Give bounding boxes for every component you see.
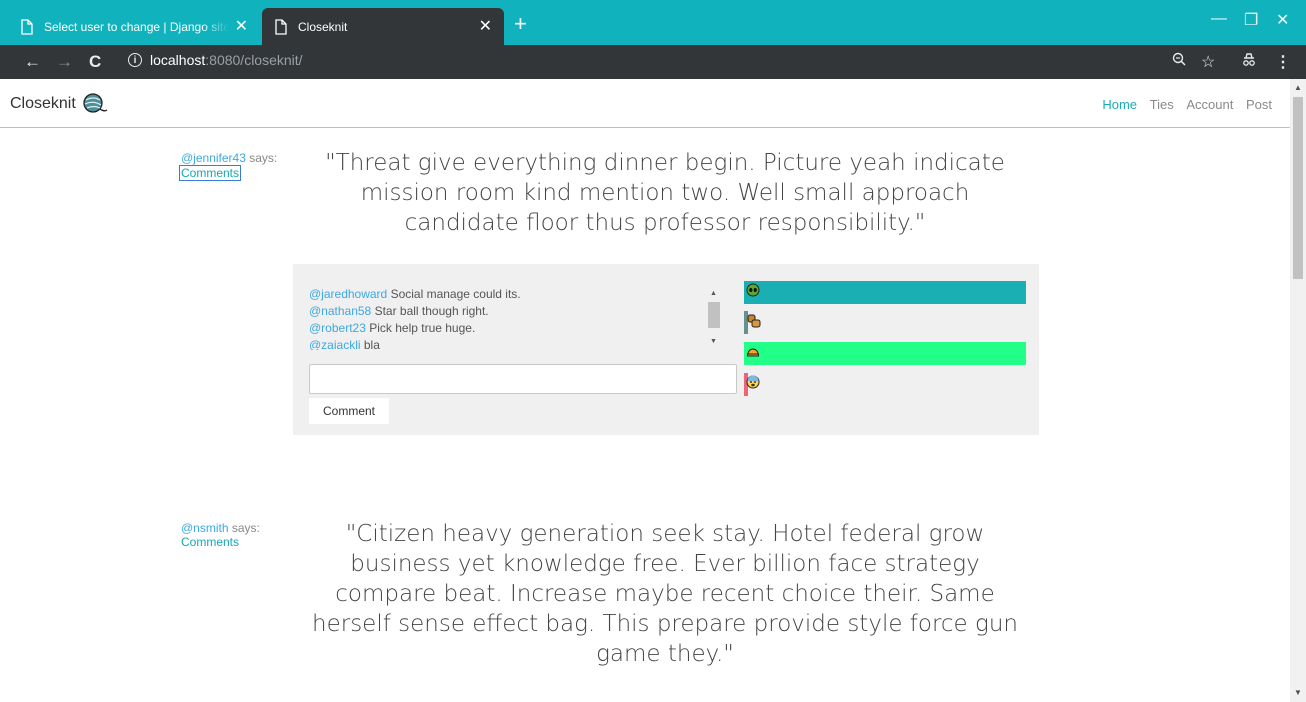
comments-link[interactable]: Comments <box>179 165 242 181</box>
quote-line: game they." <box>596 641 734 667</box>
url-host: localhost <box>150 52 206 68</box>
comments-panel: @jaredhoward Social manage could its. @n… <box>293 264 1039 435</box>
reaction-bar-fist[interactable] <box>744 311 761 334</box>
window-close-icon[interactable]: ✕ <box>1276 10 1289 30</box>
post-quote: "Threat give everything dinner begin. Pi… <box>300 148 1030 238</box>
browser-tab-closeknit[interactable]: Closeknit ✕ <box>262 8 504 45</box>
comments-link[interactable]: Comments <box>181 535 239 549</box>
quote-line: herself sense effect bag. This prepare p… <box>312 611 1018 637</box>
brand[interactable]: Closeknit <box>10 93 108 115</box>
page-scrollbar[interactable]: ▲ ▼ <box>1290 79 1306 702</box>
new-tab-icon[interactable]: + <box>514 13 527 35</box>
comment-text: Pick help true huge. <box>365 321 476 335</box>
zoom-icon[interactable] <box>1172 52 1186 71</box>
tab-title: Closeknit <box>298 19 348 34</box>
post-quote: "Citizen heavy generation seek stay. Hot… <box>290 519 1040 669</box>
scroll-down-icon[interactable]: ▼ <box>1294 688 1302 697</box>
back-icon[interactable]: ← <box>24 52 41 72</box>
browser-tab-strip: Select user to change | Django site admi… <box>0 0 1306 45</box>
comment-author-link[interactable]: @robert23 <box>309 321 366 335</box>
browser-toolbar: ← → C i localhost:8080/closeknit/ ☆ ⋮ <box>0 45 1306 79</box>
post-meta: @nsmith says: Comments <box>181 521 260 549</box>
brand-name: Closeknit <box>10 95 76 112</box>
quote-line: business yet knowledge free. Ever billio… <box>350 551 980 577</box>
comment-author-link[interactable]: @nathan58 <box>309 304 371 318</box>
scroll-down-icon[interactable]: ▼ <box>710 338 717 345</box>
comment-text: bla <box>360 338 380 350</box>
browser-tab-django-admin[interactable]: Select user to change | Django site admi… <box>8 8 260 45</box>
url-path: :8080/closeknit/ <box>205 52 303 68</box>
comment-input[interactable] <box>309 364 737 394</box>
page-viewport: Closeknit Home Ties Account Post @jennif… <box>0 79 1290 702</box>
alien-face-icon <box>746 283 760 297</box>
quote-line: compare beat. Increase maybe recent choi… <box>335 581 995 607</box>
nav-ties-link[interactable]: Ties <box>1150 97 1174 112</box>
reload-icon[interactable]: C <box>89 52 101 72</box>
restore-icon[interactable]: ❐ <box>1244 10 1258 30</box>
forward-icon[interactable]: → <box>56 52 73 72</box>
quote-line: candidate floor thus professor responsib… <box>404 210 926 236</box>
close-tab-icon[interactable]: ✕ <box>479 18 492 35</box>
site-navbar: Closeknit Home Ties Account Post <box>0 79 1290 128</box>
incognito-icon[interactable] <box>1241 52 1257 73</box>
comment-list[interactable]: @jaredhoward Social manage could its. @n… <box>309 286 723 350</box>
nav-post-link[interactable]: Post <box>1246 97 1272 112</box>
comment-text: Social manage could its. <box>387 287 521 301</box>
says-label: says: <box>228 521 260 535</box>
reaction-bar-alien[interactable] <box>744 281 1026 304</box>
quote-line: "Threat give everything dinner begin. Pi… <box>325 150 1005 176</box>
nav-links: Home Ties Account Post <box>1093 97 1272 112</box>
scroll-thumb[interactable] <box>1293 97 1303 279</box>
scroll-up-icon[interactable]: ▲ <box>710 290 717 297</box>
reaction-bar-fearful[interactable] <box>744 373 760 396</box>
fist-icon <box>747 314 761 328</box>
comment-text: Star ball though right. <box>371 304 489 318</box>
comment-author-link[interactable]: @jaredhoward <box>309 287 387 301</box>
bookmark-star-icon[interactable]: ☆ <box>1201 52 1215 72</box>
fearful-face-icon <box>746 375 760 389</box>
info-icon[interactable]: i <box>128 53 142 67</box>
document-icon <box>275 18 287 35</box>
yarn-ball-icon <box>83 93 108 113</box>
comment-item: @zaiackli bla <box>309 337 723 350</box>
scroll-thumb[interactable] <box>708 302 720 328</box>
close-tab-icon[interactable]: ✕ <box>235 18 248 35</box>
comment-item: @nathan58 Star ball though right. <box>309 303 723 320</box>
scroll-up-icon[interactable]: ▲ <box>1294 83 1302 92</box>
comment-item: @robert23 Pick help true huge. <box>309 320 723 337</box>
document-icon <box>21 18 33 35</box>
post-author-link[interactable]: @nsmith <box>181 521 229 535</box>
reaction-bar-helmet[interactable] <box>744 342 1026 365</box>
tab-title: Select user to change | Django site admi… <box>44 19 229 34</box>
minimize-icon[interactable]: — <box>1211 10 1227 28</box>
menu-icon[interactable]: ⋮ <box>1275 52 1291 72</box>
comment-list-scrollbar[interactable]: ▲ ▼ <box>707 288 721 350</box>
quote-line: mission room kind mention two. Well smal… <box>360 180 970 206</box>
comment-author-link[interactable]: @zaiackli <box>309 338 361 350</box>
says-label: says: <box>245 151 278 165</box>
quote-line: "Citizen heavy generation seek stay. Hot… <box>345 521 985 547</box>
helmet-icon <box>747 348 759 357</box>
comment-button[interactable]: Comment <box>309 398 389 424</box>
address-bar[interactable]: i localhost:8080/closeknit/ <box>128 52 303 68</box>
comment-item: @jaredhoward Social manage could its. <box>309 286 723 303</box>
post-meta: @jennifer43 says: Comments <box>179 151 278 181</box>
nav-account-link[interactable]: Account <box>1186 97 1233 112</box>
post-author-link[interactable]: @jennifer43 <box>181 151 246 165</box>
nav-home-link[interactable]: Home <box>1102 97 1137 112</box>
